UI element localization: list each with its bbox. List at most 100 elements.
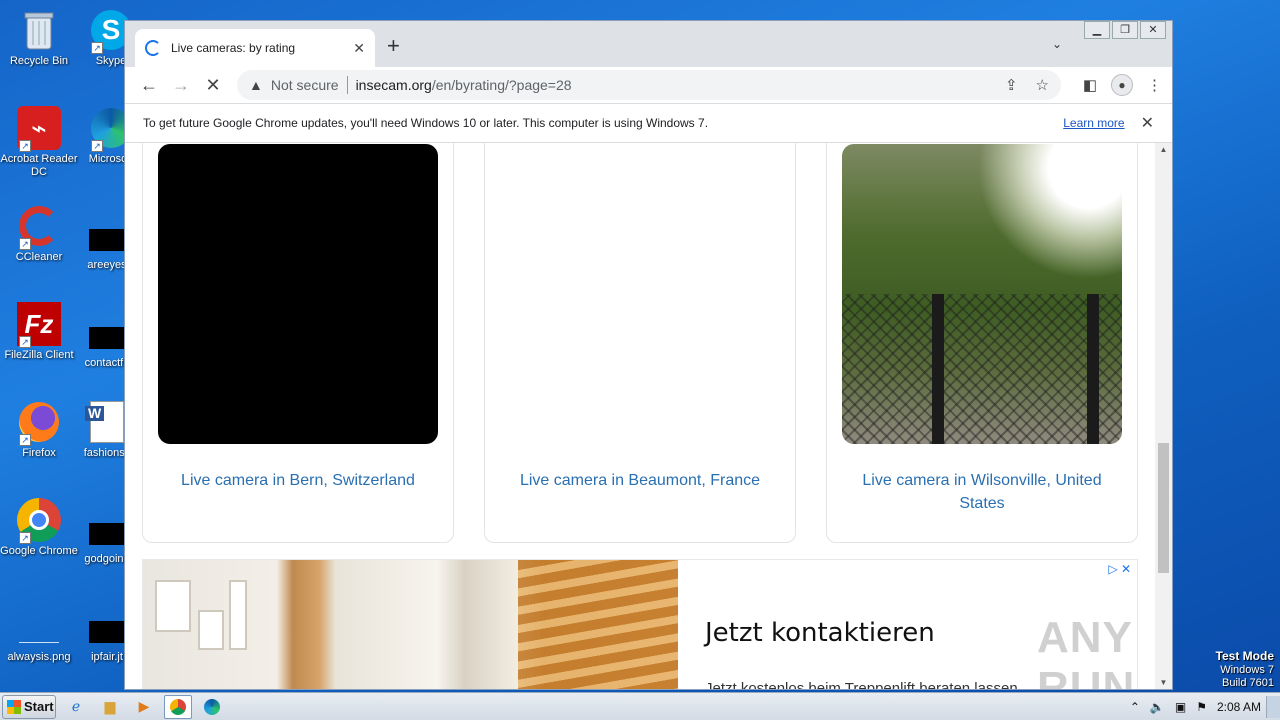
desktop-icon-firefox[interactable]: ↗ Firefox xyxy=(0,400,78,460)
network-icon[interactable]: ▣ xyxy=(1175,700,1186,714)
ie-icon[interactable]: ℯ xyxy=(62,695,90,719)
tray-expand-icon[interactable]: ⌃ xyxy=(1130,700,1140,714)
learn-more-link[interactable]: Learn more xyxy=(1063,116,1124,130)
stop-loading-icon[interactable]: ✕ xyxy=(197,75,229,96)
forward-arrow-icon[interactable]: → xyxy=(165,75,197,96)
file-thumbnail-icon xyxy=(85,506,129,550)
desktop-icon-label: Google Chrome xyxy=(0,545,78,557)
bookmark-star-icon[interactable]: ☆ xyxy=(1036,76,1049,94)
start-button[interactable]: Start xyxy=(2,694,56,719)
desktop-icon-label: Firefox xyxy=(22,447,56,459)
ad-subtitle[interactable]: Jetzt kostenlos beim Treppenlift beraten… xyxy=(705,680,1018,689)
file-thumbnail-icon xyxy=(85,212,129,256)
share-icon[interactable]: ⇪ xyxy=(1005,76,1018,94)
close-window-button[interactable]: ✕ xyxy=(1140,21,1166,39)
desktop-icon-alwaysis[interactable]: alwaysis.png xyxy=(0,604,78,664)
action-center-flag-icon[interactable]: ⚑ xyxy=(1196,700,1207,714)
minimize-button[interactable]: ▁ xyxy=(1084,21,1110,39)
camera-card[interactable]: Live camera in Bern, Switzerland xyxy=(142,143,454,543)
camera-link[interactable]: Live camera in Bern, Switzerland xyxy=(163,469,433,492)
acrobat-icon: ⌁ ↗ xyxy=(17,106,61,152)
fence-post xyxy=(1087,294,1099,444)
scrollbar-thumb[interactable] xyxy=(1158,443,1169,573)
page-content: Live camera in Bern, Switzerland Live ca… xyxy=(125,143,1155,689)
side-panel-icon[interactable]: ◧ xyxy=(1083,76,1097,94)
url-text[interactable]: insecam.org/en/byrating/?page=28 xyxy=(356,77,987,93)
address-bar[interactable]: ▲ Not secure insecam.org/en/byrating/?pa… xyxy=(237,70,1061,100)
firefox-icon: ↗ xyxy=(17,400,61,446)
windows-logo-icon xyxy=(7,699,21,714)
media-player-icon[interactable]: ▶ xyxy=(130,695,158,719)
show-desktop-button[interactable] xyxy=(1266,696,1280,718)
chrome-taskbar-icon[interactable] xyxy=(164,694,192,719)
volume-icon[interactable]: 🔈 xyxy=(1150,700,1165,714)
address-divider xyxy=(346,76,348,94)
tab-strip: Live cameras: by rating ✕ + ⌄ ▁ ❐ ✕ xyxy=(125,21,1172,67)
ad-title[interactable]: Jetzt kontaktieren xyxy=(705,618,935,648)
test-mode-notice: Test Mode Windows 7 Build 7601 xyxy=(1216,650,1274,690)
desktop-icon-recycle-bin[interactable]: Recycle Bin xyxy=(0,8,78,68)
taskbar: Start ℯ ▆ ▶ ⌃ 🔈 ▣ ⚑ 2:08 AM xyxy=(0,692,1280,720)
loading-spinner-icon xyxy=(145,40,161,56)
desktop-icon-ccleaner[interactable]: ↗ CCleaner xyxy=(0,204,78,264)
desktop-icon-google-chrome[interactable]: ↗ Google Chrome xyxy=(0,498,78,558)
shortcut-arrow-icon: ↗ xyxy=(19,434,31,446)
edge-taskbar-icon[interactable] xyxy=(198,695,226,719)
url-path: /en/byrating/?page=28 xyxy=(431,77,572,93)
shortcut-arrow-icon: ↗ xyxy=(19,336,31,348)
infobar-close-icon[interactable]: ✕ xyxy=(1141,113,1154,133)
word-document-icon: W xyxy=(85,400,129,444)
page-scrollbar[interactable]: ▲ ▼ xyxy=(1155,143,1172,689)
restore-button[interactable]: ❐ xyxy=(1112,21,1138,39)
camera-link[interactable]: Live camera in Beaumont, France xyxy=(505,469,775,492)
back-arrow-icon[interactable]: ← xyxy=(133,75,165,96)
tab-live-cameras[interactable]: Live cameras: by rating ✕ xyxy=(135,29,375,67)
camera-card[interactable]: Live camera in Beaumont, France xyxy=(484,143,796,543)
test-mode-line: Test Mode xyxy=(1215,649,1274,663)
security-label: Not secure xyxy=(270,77,339,93)
desktop-icon-acrobat[interactable]: ⌁ ↗ Acrobat Reader DC xyxy=(0,106,78,179)
warning-triangle-icon[interactable]: ▲ xyxy=(249,77,263,93)
tab-search-chevron-icon[interactable]: ⌄ xyxy=(1052,37,1062,51)
desktop-icon-label: Acrobat Reader DC xyxy=(0,153,78,178)
profile-avatar-icon[interactable]: ● xyxy=(1111,74,1133,96)
picture-frame xyxy=(198,610,224,650)
filezilla-icon: Fz ↗ xyxy=(17,302,61,348)
camera-thumbnail[interactable] xyxy=(500,144,780,444)
tab-close-icon[interactable]: ✕ xyxy=(353,40,365,57)
camera-card[interactable]: Live camera in Wilsonville, United State… xyxy=(826,143,1138,543)
infobar-message: To get future Google Chrome updates, you… xyxy=(143,116,709,130)
window-controls: ▁ ❐ ✕ xyxy=(1082,21,1166,39)
menu-kebab-icon[interactable]: ⋮ xyxy=(1147,76,1162,94)
camera-thumbnail[interactable] xyxy=(158,144,438,444)
desktop-icon-filezilla[interactable]: Fz ↗ FileZilla Client xyxy=(0,302,78,362)
explorer-folder-icon[interactable]: ▆ xyxy=(96,695,124,719)
scroll-down-arrow-icon[interactable]: ▼ xyxy=(1155,678,1172,687)
desktop-icon-label: CCleaner xyxy=(15,251,63,263)
advertisement-banner[interactable]: ▷ ✕ Jetzt kontaktieren Jetzt kostenlos b… xyxy=(142,559,1138,689)
shortcut-arrow-icon: ↗ xyxy=(91,140,103,152)
fence-post xyxy=(932,294,944,444)
staircase-graphic xyxy=(518,560,678,689)
new-tab-button[interactable]: + xyxy=(387,35,400,57)
shortcut-arrow-icon: ↗ xyxy=(19,140,31,152)
toolbar-actions: ◧ ● ⋮ xyxy=(1083,74,1162,96)
chrome-icon: ↗ xyxy=(17,498,61,544)
ad-image[interactable] xyxy=(143,560,678,689)
desktop-icon-label: alwaysis.png xyxy=(7,651,71,663)
test-mode-line: Build 7601 xyxy=(1222,677,1274,689)
camera-thumbnail[interactable] xyxy=(842,144,1122,444)
desktop-icon-label: Recycle Bin xyxy=(9,55,69,67)
ad-choices-icon[interactable]: ▷ ✕ xyxy=(1108,562,1131,576)
recycle-bin-icon xyxy=(17,8,61,52)
browser-window: Live cameras: by rating ✕ + ⌄ ▁ ❐ ✕ ← → … xyxy=(124,20,1173,690)
anyrun-watermark: ANY RUN xyxy=(1037,613,1136,689)
start-label: Start xyxy=(24,699,54,714)
system-tray: ⌃ 🔈 ▣ ⚑ 2:08 AM xyxy=(1125,693,1280,720)
browser-toolbar: ← → ✕ ▲ Not secure insecam.org/en/byrati… xyxy=(125,67,1172,103)
clock[interactable]: 2:08 AM xyxy=(1217,700,1261,714)
scroll-up-arrow-icon[interactable]: ▲ xyxy=(1155,145,1172,154)
url-host: insecam.org xyxy=(355,77,432,93)
camera-link[interactable]: Live camera in Wilsonville, United State… xyxy=(847,469,1117,515)
file-thumbnail-icon xyxy=(85,310,129,354)
